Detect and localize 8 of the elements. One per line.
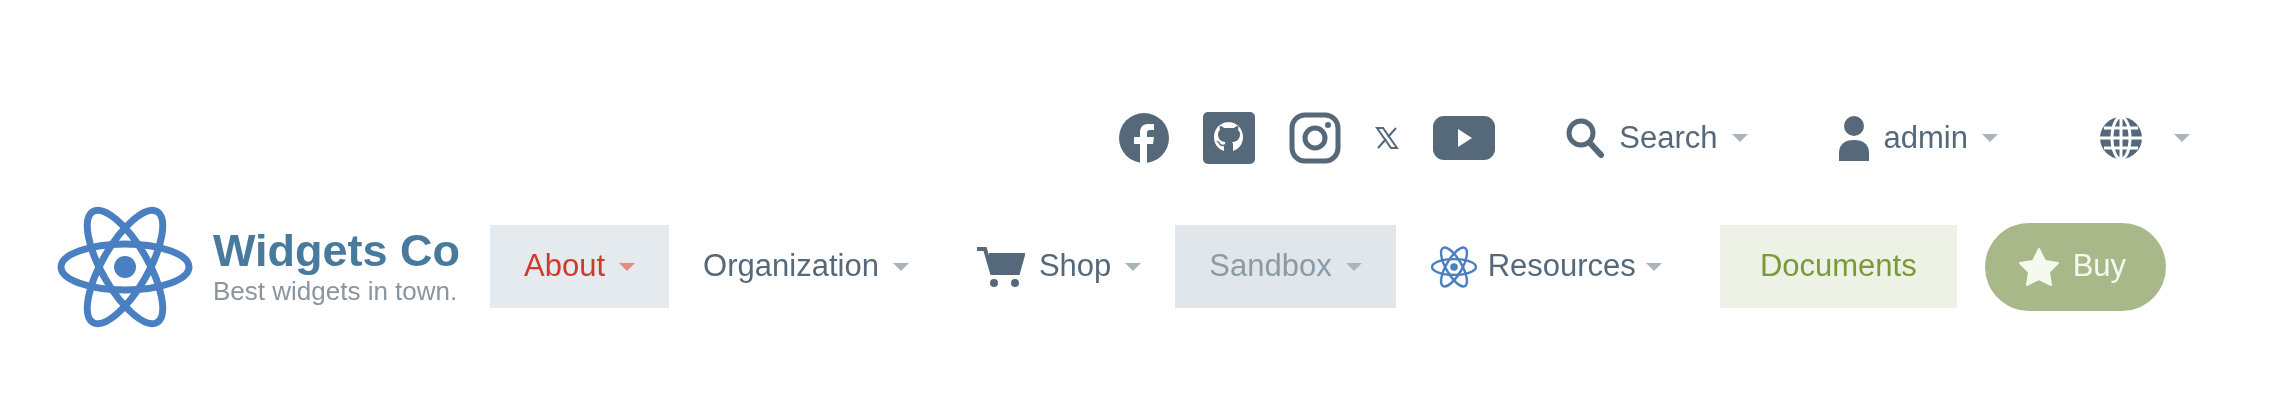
user-menu-button[interactable]: admin [1837,114,1998,162]
nav-dropdown[interactable]: About [490,225,670,308]
nav-dropdown[interactable]: Resources [1395,225,1696,308]
tagline: Best widgets in town. [213,275,459,307]
search-button[interactable]: Search [1565,114,1748,162]
nav-dropdown[interactable]: Organization [669,225,943,308]
brand-name: Widgets Co [213,226,461,276]
nav-dropdown[interactable]: Shop [942,225,1176,308]
